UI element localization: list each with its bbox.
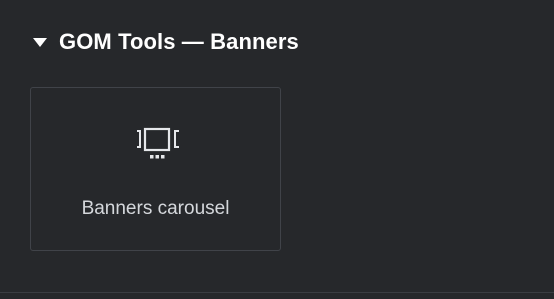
section-toggle[interactable]: GOM Tools — Banners [33, 27, 299, 57]
section-title: GOM Tools — Banners [59, 29, 299, 54]
widget-label: Banners carousel [81, 198, 230, 219]
widgets-panel: GOM Tools — Banners Banners carousel [0, 0, 554, 299]
widget-banners-carousel[interactable]: Banners carousel [30, 87, 281, 251]
caret-down-icon[interactable] [33, 38, 47, 47]
carousel-icon [137, 127, 179, 159]
divider [0, 292, 554, 293]
